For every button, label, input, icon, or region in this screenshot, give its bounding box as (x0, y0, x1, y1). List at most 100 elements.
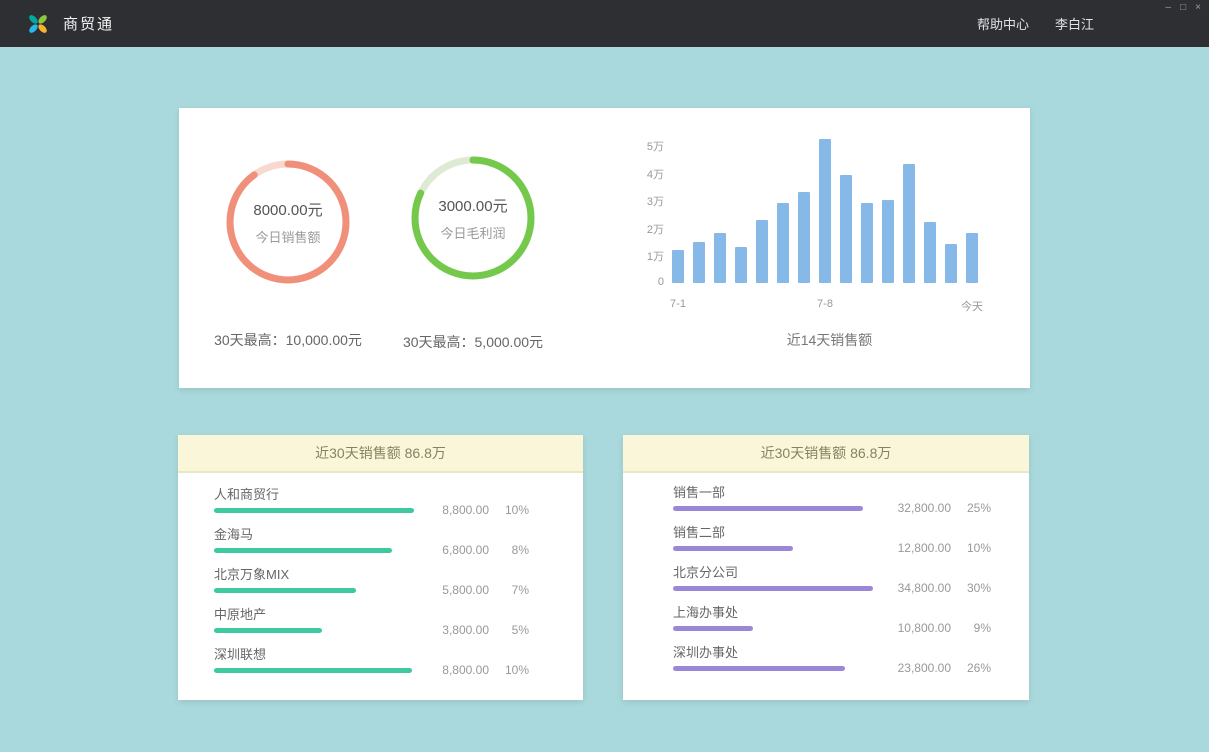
x-tick-label: 7-1 (670, 298, 686, 310)
rank-percent: 25% (963, 501, 991, 515)
ranking-title-customers: 近30天销售额 86.8万 (178, 435, 583, 473)
sales-bar (945, 244, 957, 283)
rank-amount: 34,800.00 (887, 581, 951, 595)
sales-bar (861, 203, 873, 283)
rank-name: 中原地产 (214, 608, 529, 622)
rank-bar-fill (673, 546, 793, 551)
rank-bar (214, 628, 414, 633)
sales-bar (756, 220, 768, 283)
ring-center: 3000.00元今日毛利润 (410, 155, 536, 281)
today-sales-ring: 8000.00元今日销售额 (225, 159, 351, 285)
x-axis: 7-1 7-8 今天 (672, 298, 987, 312)
rank-bar (214, 548, 414, 553)
ranking-card-customers: 近30天销售额 86.8万 人和商贸行8,800.0010%金海马6,800.0… (178, 435, 583, 700)
rank-amount: 8,800.00 (425, 503, 489, 517)
rank-bar (673, 506, 873, 511)
rank-amount: 32,800.00 (887, 501, 951, 515)
topbar: 商贸通 帮助中心 李白江 –□ × (0, 0, 1209, 47)
rank-amount: 10,800.00 (887, 621, 951, 635)
overview-card: 8000.00元今日销售额 3000.00元今日毛利润 30天最高：10,000… (179, 108, 1030, 388)
rank-name: 销售一部 (673, 486, 991, 500)
sales-bar (777, 203, 789, 283)
y-tick-label: 0 (658, 276, 664, 288)
rank-bar (214, 588, 414, 593)
rank-bar (214, 508, 414, 513)
rank-bar-fill (673, 666, 845, 671)
sales-bar (819, 139, 831, 283)
rank-name: 北京万象MIX (214, 568, 529, 582)
x-tick-label: 7-8 (817, 298, 833, 310)
rank-name: 金海马 (214, 528, 529, 542)
window-minimize-button[interactable]: – (1166, 2, 1172, 14)
rank-row: 人和商贸行8,800.0010% (214, 488, 529, 528)
rank-percent: 8% (501, 543, 529, 557)
rank-rows-customers: 人和商贸行8,800.0010%金海马6,800.008%北京万象MIX5,80… (178, 473, 583, 688)
rank-row: 中原地产3,800.00 5% (214, 608, 529, 648)
rank-percent: 30% (963, 581, 991, 595)
ring-label: 今日毛利润 (440, 223, 505, 242)
bar-chart-plot (672, 138, 987, 283)
rank-row: 深圳办事处23,800.0026% (673, 646, 991, 686)
ranking-card-departments: 近30天销售额 86.8万 销售一部32,800.00 25% 销售二部12,800… (623, 435, 1029, 700)
rank-bar (673, 586, 873, 591)
rank-value: 12,800.0010% (887, 541, 991, 555)
sales-bar (966, 233, 978, 283)
rank-bar (673, 666, 873, 671)
rank-bar-fill (673, 586, 873, 591)
rank-name: 深圳联想 (214, 648, 529, 662)
sales-bar (714, 233, 726, 283)
rank-row: 北京分公司34,800.00 30% (673, 566, 991, 606)
window-close-button[interactable]: × (1195, 2, 1201, 14)
rank-bar-fill (673, 506, 863, 511)
sales-bar (735, 247, 747, 283)
ring-value: 3000.00元 (438, 195, 507, 216)
rank-value: 8,800.00 10% (425, 663, 529, 677)
rank-value: 10,800.00 9% (887, 621, 991, 635)
sales-bar (672, 250, 684, 283)
profit-30day-max: 30天最高：5,000.00元 (363, 332, 583, 352)
ring-label: 今日销售额 (255, 227, 320, 246)
rank-name: 北京分公司 (673, 566, 991, 580)
rank-amount: 8,800.00 (425, 663, 489, 677)
rank-value: 34,800.00 30% (887, 581, 991, 595)
rank-name: 销售二部 (673, 526, 991, 540)
sales-bar (840, 175, 852, 283)
rank-row: 上海办事处10,800.009% (673, 606, 991, 646)
app-logo-icon (26, 12, 50, 36)
rank-value: 5,800.007% (425, 583, 529, 597)
username-link[interactable]: 李白江 (1055, 14, 1094, 33)
y-axis: 5万4万3万2万1万0 (619, 138, 664, 283)
rank-amount: 3,800.00 (425, 623, 489, 637)
chart-caption: 近14天销售额 (672, 330, 987, 350)
ranking-title-departments: 近30天销售额 86.8万 (623, 435, 1029, 473)
sales-bar (693, 242, 705, 283)
rank-percent: 5% (501, 623, 529, 637)
topbar-right: 帮助中心 李白江 (977, 14, 1094, 33)
rank-amount: 5,800.00 (425, 583, 489, 597)
ring-center: 8000.00元今日销售额 (225, 159, 351, 285)
rank-row: 销售一部32,800.00 25% (673, 486, 991, 526)
y-tick-label: 3万 (647, 193, 664, 209)
window-maximize-button[interactable]: □ (1180, 2, 1186, 14)
today-profit-ring: 3000.00元今日毛利润 (410, 155, 536, 281)
rank-amount: 23,800.00 (887, 661, 951, 675)
rank-bar-fill (214, 508, 414, 513)
y-tick-label: 5万 (647, 138, 664, 154)
rank-bar-fill (214, 668, 412, 673)
rank-percent: 10% (963, 541, 991, 555)
rank-percent: 9% (963, 621, 991, 635)
rank-bar-fill (214, 548, 392, 553)
sales-bar (882, 200, 894, 283)
rank-row: 销售二部12,800.0010% (673, 526, 991, 566)
rank-name: 人和商贸行 (214, 488, 529, 502)
y-tick-label: 1万 (647, 248, 664, 264)
app-title: 商贸通 (63, 13, 114, 34)
rank-bar (673, 626, 873, 631)
rank-percent: 10% (501, 663, 529, 677)
rank-value: 8,800.0010% (425, 503, 529, 517)
rank-name: 深圳办事处 (673, 646, 991, 660)
rank-row: 金海马6,800.008% (214, 528, 529, 568)
help-center-link[interactable]: 帮助中心 (977, 14, 1029, 33)
x-tick-label: 今天 (961, 298, 983, 314)
sales-bar (798, 192, 810, 283)
